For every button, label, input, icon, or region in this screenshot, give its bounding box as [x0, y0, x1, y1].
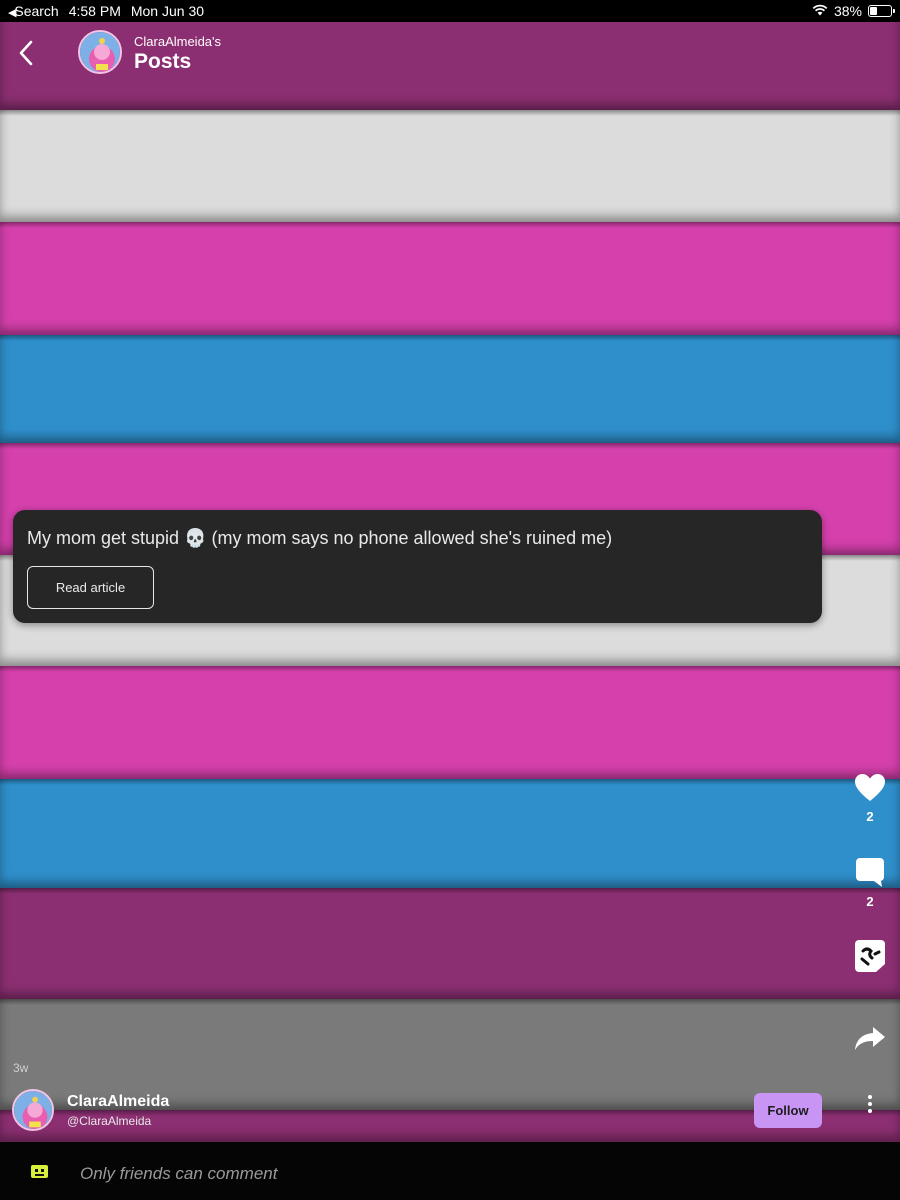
heart-icon: [855, 774, 885, 801]
background-stripe: [0, 779, 900, 888]
more-options-button[interactable]: [858, 1092, 882, 1116]
share-arrow-icon: [855, 1027, 885, 1050]
like-count: 2: [866, 809, 874, 824]
comment-bubble-icon: [856, 858, 884, 887]
chevron-left-icon: [19, 40, 33, 66]
post-card: My mom get stupid 💀 (my mom says no phon…: [13, 510, 822, 623]
battery-percent: 38%: [833, 3, 862, 19]
status-date: Mon Jun 30: [130, 3, 205, 19]
status-time: 4:58 PM: [68, 3, 121, 19]
follow-button[interactable]: Follow: [754, 1093, 822, 1128]
more-dot-icon: [868, 1102, 872, 1106]
user-avatar-icon: [31, 1165, 48, 1178]
remix-icon: [855, 940, 885, 972]
remix-action[interactable]: [848, 939, 892, 973]
share-action[interactable]: [848, 1026, 892, 1052]
page-title: Posts: [134, 50, 192, 73]
back-button[interactable]: [12, 36, 40, 70]
comment-count: 2: [866, 894, 874, 909]
post-text: My mom get stupid 💀 (my mom says no phon…: [27, 528, 613, 548]
status-bar: ◀ Search 4:58 PM Mon Jun 30 38%: [0, 0, 900, 22]
read-article-button[interactable]: Read article: [27, 566, 154, 609]
header: ClaraAlmeida's Posts: [0, 22, 900, 110]
background-stripe: [0, 335, 900, 443]
comment-bar: Only friends can comment: [0, 1142, 900, 1200]
post-time: 3w: [13, 1061, 29, 1075]
more-dot-icon: [868, 1109, 872, 1113]
header-owner: ClaraAlmeida's: [134, 34, 222, 49]
wifi-icon: [812, 3, 828, 19]
comment-action[interactable]: 2: [848, 856, 892, 909]
author-name[interactable]: ClaraAlmeida: [67, 1093, 169, 1111]
background-stripe: [0, 110, 900, 222]
back-app-label: Search: [14, 3, 59, 19]
background-stripe: [0, 222, 900, 335]
battery-icon: [868, 5, 895, 17]
background-stripe: [0, 666, 900, 779]
comment-restriction-text: Only friends can comment: [80, 1164, 278, 1183]
like-action[interactable]: 2: [848, 773, 892, 824]
more-dot-icon: [868, 1095, 872, 1099]
header-avatar[interactable]: [78, 30, 122, 74]
author-handle: @ClaraAlmeida: [67, 1114, 152, 1128]
back-to-app[interactable]: ◀ Search: [8, 3, 59, 19]
author-avatar[interactable]: [12, 1089, 54, 1131]
background-stripe: [0, 888, 900, 999]
